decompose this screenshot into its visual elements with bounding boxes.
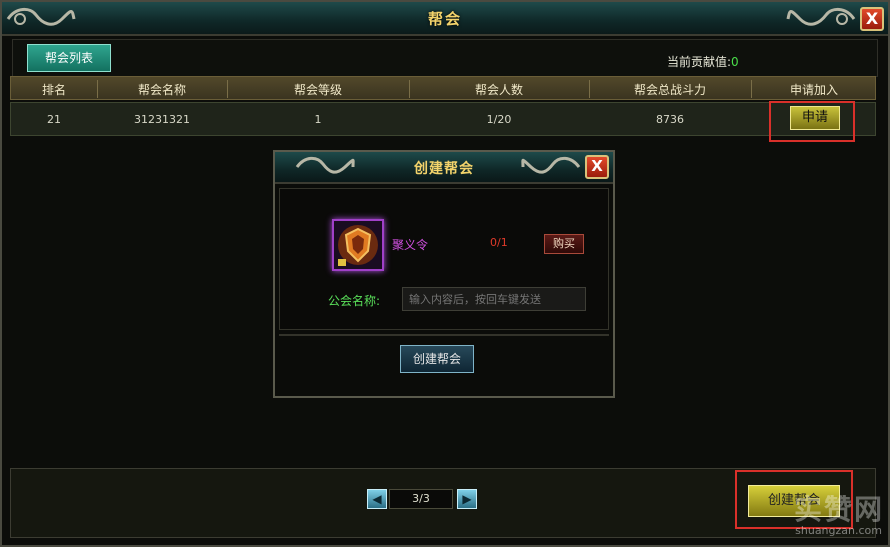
watermark-logo: 实赞网	[793, 493, 884, 526]
column-header-rank: 排名	[41, 83, 66, 97]
column-header-level: 帮会等级	[293, 83, 342, 97]
highlight-box-apply	[769, 101, 855, 142]
dialog-create-button[interactable]: 创建帮会	[400, 345, 474, 373]
contribution-value: 0	[731, 55, 739, 69]
dialog-close-button[interactable]: X	[585, 155, 609, 179]
shield-emblem-icon	[338, 225, 378, 266]
dialog-right-ornament-icon	[521, 156, 581, 174]
window-title: 帮会	[427, 10, 462, 28]
watermark-url: shuangzan.com	[795, 524, 882, 537]
row-level: 1	[314, 113, 322, 126]
column-header-members: 帮会人数	[474, 83, 523, 97]
window-close-button[interactable]: X	[860, 7, 884, 31]
contribution-display: 当前贡献值:0	[667, 53, 739, 70]
lock-icon	[338, 259, 346, 266]
column-header-name: 帮会名称	[137, 83, 186, 97]
row-rank: 21	[47, 113, 61, 126]
page-indicator: 3/3	[389, 489, 453, 509]
column-header-apply: 申请加入	[789, 83, 838, 97]
tab-guild-list[interactable]: 帮会列表	[27, 44, 111, 72]
column-header-power: 帮会总战斗力	[633, 83, 706, 97]
window-titlebar: 帮会 X	[2, 2, 888, 36]
buy-button[interactable]: 购买	[544, 234, 584, 254]
row-members: 1/20	[486, 113, 512, 126]
shield-badge-icon[interactable]	[332, 219, 384, 271]
contribution-label: 当前贡献值:	[667, 55, 732, 69]
next-page-button[interactable]: ▶	[457, 489, 477, 509]
row-guild-name: 31231321	[134, 113, 190, 126]
tab-strip: 帮会列表 当前贡献值:0	[12, 39, 878, 77]
prev-page-button[interactable]: ◀	[367, 489, 387, 509]
guild-name-input[interactable]	[402, 287, 586, 311]
dialog-divider	[279, 334, 609, 336]
item-count: 0/1	[490, 236, 508, 249]
table-row[interactable]: 21 31231321 1 1/20 8736	[10, 102, 876, 136]
right-ornament-icon	[786, 8, 856, 26]
create-guild-dialog: 创建帮会 X 聚义令 0/1 购买 公会名称: 创建帮会	[273, 150, 615, 398]
row-power: 8736	[656, 113, 684, 126]
item-name: 聚义令	[392, 238, 429, 252]
table-header: 排名 帮会名称 帮会等级 帮会人数 帮会总战斗力 申请加入	[10, 76, 876, 100]
dialog-titlebar: 创建帮会 X	[275, 152, 613, 184]
guild-name-label: 公会名称:	[328, 294, 381, 308]
dialog-body: 聚义令 0/1 购买 公会名称:	[279, 188, 609, 330]
